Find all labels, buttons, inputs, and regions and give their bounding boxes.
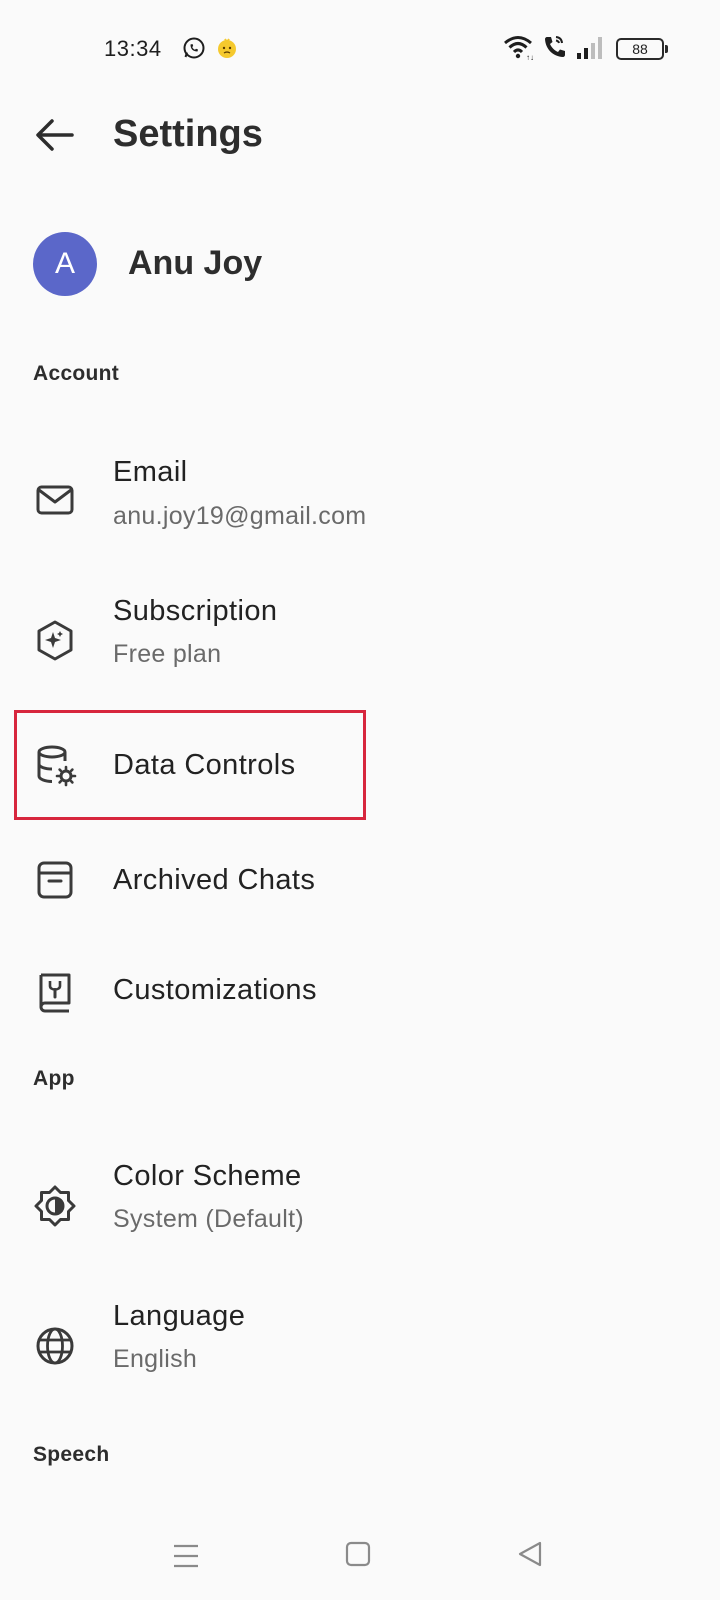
section-header-account: Account	[33, 362, 120, 385]
whatsapp-icon	[183, 37, 205, 59]
status-time: 13:34	[104, 36, 162, 61]
battery-icon: 88	[616, 38, 668, 60]
item-title: Subscription	[113, 595, 278, 627]
battery-level: 88	[632, 41, 648, 57]
profile-name: Anu Joy	[128, 244, 263, 282]
item-title: Language	[113, 1300, 246, 1332]
wifi-call-icon	[545, 36, 565, 57]
item-subtitle: anu.joy19@gmail.com	[113, 502, 367, 530]
sparkle-badge-icon	[37, 620, 73, 661]
back-button[interactable]	[30, 110, 80, 160]
section-header-app: App	[33, 1067, 75, 1090]
arrow-left-icon	[36, 119, 74, 151]
item-title: Email	[113, 456, 188, 488]
home-square-icon[interactable]	[345, 1541, 371, 1567]
highlight-box	[14, 710, 366, 820]
settings-item-language[interactable]: Language English	[0, 1300, 720, 1402]
settings-item-archived-chats[interactable]: Archived Chats	[0, 830, 720, 930]
wifi-icon: ↑↓	[504, 36, 533, 60]
item-title: Archived Chats	[113, 864, 316, 896]
menu-icon[interactable]	[172, 1543, 200, 1569]
item-title: Customizations	[113, 974, 317, 1006]
archive-box-icon	[37, 861, 73, 899]
globe-icon	[36, 1327, 74, 1365]
signal-icon	[577, 37, 602, 59]
item-subtitle: Free plan	[113, 640, 222, 668]
status-bar: 13:34 ↑↓ 88	[0, 0, 720, 96]
page-title: Settings	[113, 113, 263, 155]
avatar: A	[33, 232, 97, 296]
item-subtitle: English	[113, 1345, 198, 1373]
settings-item-email[interactable]: Email anu.joy19@gmail.com	[0, 450, 720, 550]
item-title: Color Scheme	[113, 1160, 302, 1192]
back-triangle-icon[interactable]	[516, 1540, 544, 1568]
section-header-speech: Speech	[33, 1443, 110, 1466]
settings-item-customizations[interactable]: Customizations	[0, 942, 720, 1042]
item-subtitle: System (Default)	[113, 1205, 304, 1233]
book-tools-icon	[39, 973, 71, 1013]
svg-text:↑↓: ↑↓	[526, 53, 533, 60]
mail-icon	[36, 485, 74, 515]
settings-item-color-scheme[interactable]: Color Scheme System (Default)	[0, 1160, 720, 1260]
settings-screen: 13:34 ↑↓ 88 Settings A Anu Joy Account E…	[0, 0, 720, 1600]
brightness-icon	[34, 1185, 76, 1227]
emoji-icon	[218, 38, 236, 58]
settings-item-subscription[interactable]: Subscription Free plan	[0, 595, 720, 695]
